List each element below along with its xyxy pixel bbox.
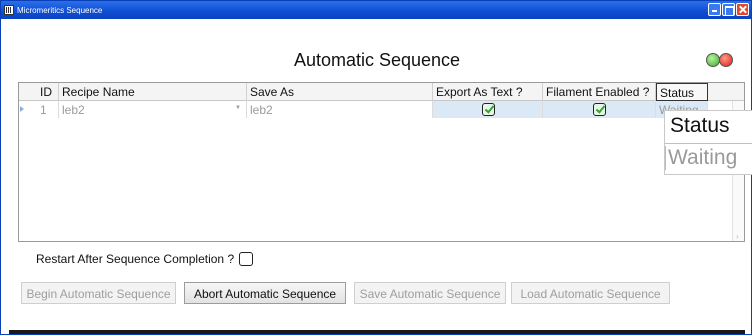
- column-header-id[interactable]: ID: [37, 83, 59, 101]
- dropdown-arrow-icon[interactable]: ▼: [235, 105, 241, 111]
- green-light-icon: [706, 53, 720, 67]
- cell-recipe-name[interactable]: leb2 ▼: [59, 101, 247, 118]
- title-bar[interactable]: Micromeritics Sequence: [1, 1, 751, 19]
- begin-sequence-button[interactable]: Begin Automatic Sequence: [21, 282, 176, 304]
- page-title: Automatic Sequence: [293, 50, 461, 70]
- cell-save-as[interactable]: leb2: [247, 101, 433, 118]
- grid-header: ID Recipe Name Save As Export As Text ? …: [19, 83, 744, 101]
- column-header-export-as-text[interactable]: Export As Text ?: [433, 83, 543, 101]
- close-icon[interactable]: [736, 3, 749, 16]
- cell-export-as-text: [433, 101, 543, 118]
- column-header-save-as[interactable]: Save As: [247, 83, 433, 101]
- tooltip-divider: [665, 143, 752, 144]
- minimize-icon[interactable]: [708, 3, 721, 16]
- column-header-status[interactable]: Status: [656, 83, 708, 101]
- red-light-icon: [719, 53, 733, 67]
- cell-filament-enabled: [543, 101, 656, 118]
- window-controls: [708, 3, 749, 16]
- maximize-icon[interactable]: [722, 3, 735, 16]
- window-title: Micromeritics Sequence: [17, 6, 103, 15]
- tooltip-value: Waiting: [665, 146, 737, 170]
- save-sequence-button[interactable]: Save Automatic Sequence: [354, 282, 506, 304]
- restart-checkbox[interactable]: [239, 252, 254, 266]
- column-header-recipe-name[interactable]: Recipe Name: [59, 83, 247, 101]
- content-area: Automatic Sequence ID Recipe Name Save A…: [9, 19, 745, 330]
- load-sequence-button[interactable]: Load Automatic Sequence: [511, 282, 670, 304]
- app-icon: [4, 5, 14, 15]
- tooltip-header: Status: [670, 114, 730, 137]
- restart-label: Restart After Sequence Completion ?: [36, 252, 235, 266]
- status-lights: [706, 53, 736, 67]
- filament-enabled-checkbox[interactable]: [593, 103, 606, 116]
- main-window: Micromeritics Sequence Automatic Sequenc…: [0, 0, 752, 335]
- export-as-text-checkbox[interactable]: [481, 103, 495, 116]
- sequence-grid: ID Recipe Name Save As Export As Text ? …: [18, 82, 745, 242]
- bottom-border: [9, 330, 745, 334]
- table-row[interactable]: 1 leb2 ▼ leb2 Waiting: [19, 101, 719, 118]
- restart-option: Restart After Sequence Completion ?: [36, 252, 254, 266]
- recipe-name-value: leb2: [62, 103, 85, 117]
- abort-sequence-button[interactable]: Abort Automatic Sequence: [184, 282, 346, 304]
- cell-id[interactable]: 1: [37, 101, 59, 118]
- status-tooltip: Status Waiting: [664, 110, 752, 175]
- row-indicator-icon: [20, 106, 24, 112]
- column-header-filament-enabled[interactable]: Filament Enabled ?: [543, 83, 656, 101]
